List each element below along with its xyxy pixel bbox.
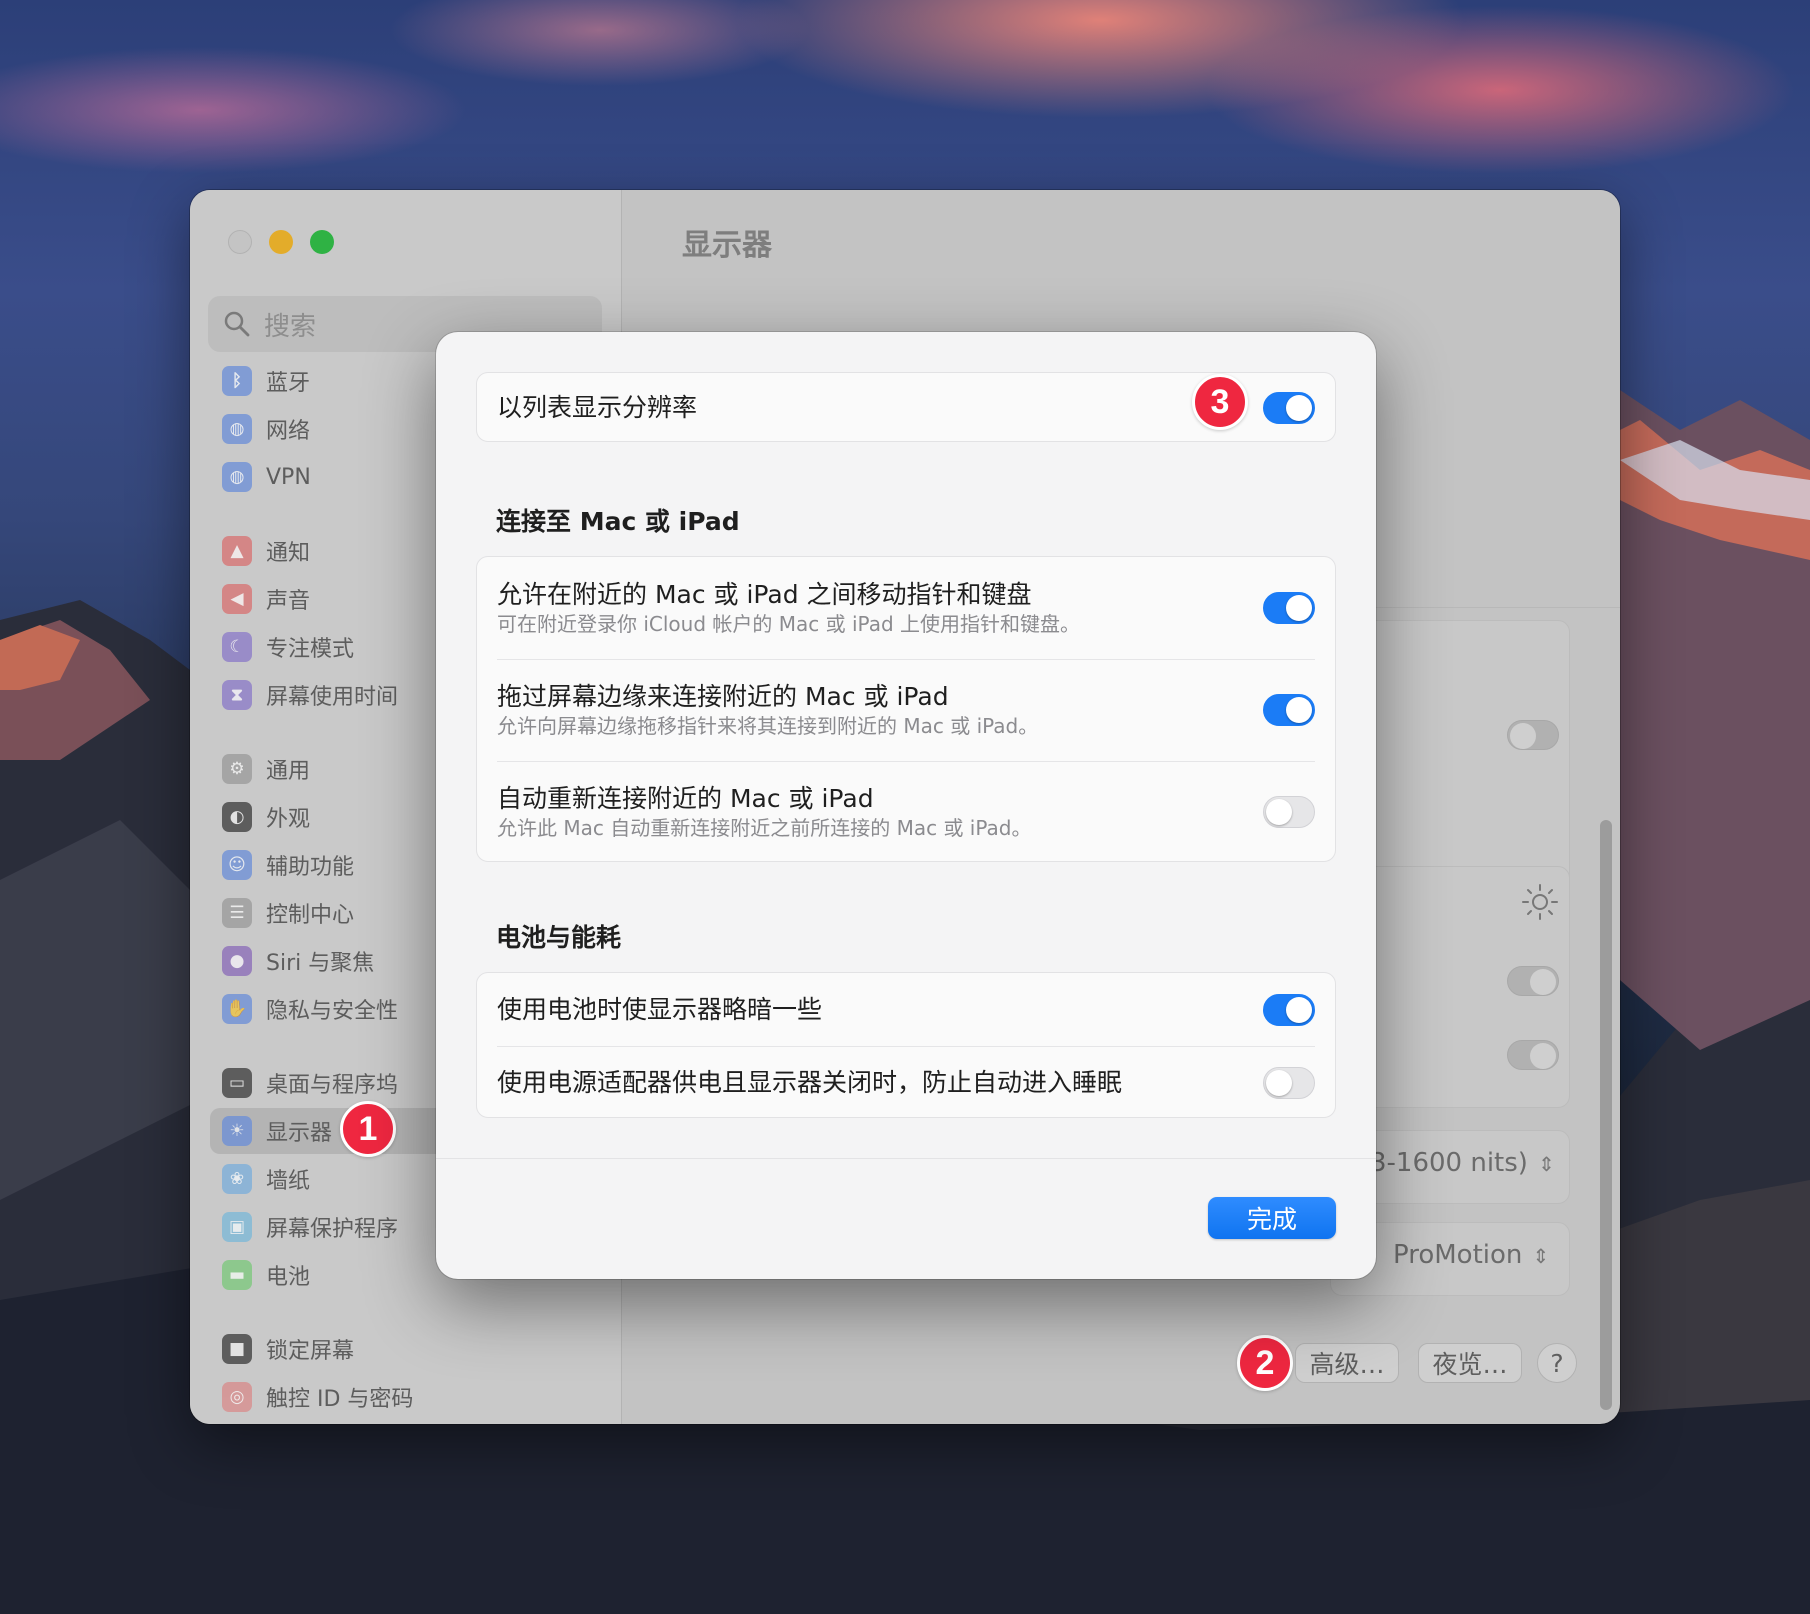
connect-section-heading: 连接至 Mac 或 iPad: [496, 507, 740, 536]
move-pointer-toggle[interactable]: [1263, 592, 1315, 624]
connect-row: 自动重新连接附近的 Mac 或 iPad 允许此 Mac 自动重新连接附近之前所…: [477, 761, 1335, 863]
siri-icon: ●: [222, 946, 252, 976]
advanced-settings-sheet: 以列表显示分辨率 连接至 Mac 或 iPad 允许在附近的 Mac 或 iPa…: [436, 332, 1376, 1279]
resolution-list-toggle[interactable]: [1263, 392, 1315, 424]
sheet-divider: [436, 1158, 1376, 1159]
window-controls: [228, 230, 334, 254]
hand-icon: ✋: [222, 994, 252, 1024]
sidebar-item-label: VPN: [266, 464, 311, 490]
row-subtitle: 允许向屏幕边缘拖移指针来将其连接到附近的 Mac 或 iPad。: [497, 714, 1039, 738]
sidebar-item-label: 网络: [266, 419, 311, 444]
vpn-icon: ◍: [222, 462, 252, 492]
moon-icon: ☾: [222, 632, 252, 662]
lock-icon: ■: [222, 1334, 252, 1364]
annotation-badge-3: 3: [1192, 374, 1248, 430]
control-center-icon: ☰: [222, 898, 252, 928]
sidebar-item-label: 通用: [266, 759, 311, 784]
sidebar-item-label: 通知: [266, 541, 311, 566]
sidebar-item[interactable]: ■ 锁定屏幕: [210, 1326, 602, 1372]
stepper-icon: ⇕: [1537, 1152, 1555, 1176]
row-title: 使用电池时使显示器略暗一些: [497, 994, 823, 1024]
background-toggle[interactable]: [1507, 720, 1559, 750]
speaker-icon: ◀: [222, 584, 252, 614]
sidebar-item-label: Siri 与聚焦: [266, 951, 375, 976]
sidebar-item-label: 辅助功能: [266, 855, 355, 880]
wallpaper-icon: ❀: [222, 1164, 252, 1194]
connect-row: 允许在附近的 Mac 或 iPad 之间移动指针和键盘 可在附近登录你 iClo…: [477, 557, 1335, 659]
row-subtitle: 允许此 Mac 自动重新连接附近之前所连接的 Mac 或 iPad。: [497, 816, 1032, 840]
accessibility-icon: ☺: [222, 850, 252, 880]
gear-icon: ⚙: [222, 754, 252, 784]
auto-reconnect-toggle[interactable]: [1263, 796, 1315, 828]
page-title: 显示器: [682, 228, 772, 263]
row-title: 使用电源适配器供电且显示器关闭时，防止自动进入睡眠: [497, 1067, 1123, 1097]
sidebar-item-label: 桌面与程序坞: [266, 1073, 399, 1098]
sidebar-item-label: 隐私与安全性: [266, 999, 399, 1024]
sidebar-item-label: 屏幕保护程序: [266, 1217, 399, 1242]
scrollbar[interactable]: [1600, 820, 1612, 1410]
row-title: 允许在附近的 Mac 或 iPad 之间移动指针和键盘: [497, 580, 1032, 609]
globe-icon: ◍: [222, 414, 252, 444]
sidebar-item-label: 声音: [266, 589, 311, 614]
sidebar-item-label: 触控 ID 与密码: [266, 1387, 414, 1412]
dim-on-battery-toggle[interactable]: [1263, 993, 1315, 1026]
background-toggle[interactable]: [1507, 966, 1559, 996]
sidebar-item-label: 墙纸: [266, 1169, 311, 1194]
annotation-badge-2: 2: [1237, 1335, 1293, 1391]
row-subtitle: 可在附近登录你 iCloud 帐户的 Mac 或 iPad 上使用指针和键盘。: [497, 612, 1081, 636]
prevent-sleep-toggle[interactable]: [1263, 1066, 1315, 1099]
hourglass-icon: ⧗: [222, 680, 252, 710]
sidebar-item-label: 电池: [266, 1265, 311, 1290]
fingerprint-icon: ◎: [222, 1382, 252, 1412]
push-through-edge-toggle[interactable]: [1263, 694, 1315, 726]
battery-row: 使用电池时使显示器略暗一些: [477, 973, 1335, 1046]
annotation-badge-1: 1: [340, 1101, 396, 1157]
battery-icon: ▬: [222, 1260, 252, 1290]
search-icon: [224, 311, 250, 337]
minimize-button[interactable]: [269, 230, 293, 254]
stepper-icon: ⇕: [1532, 1244, 1550, 1268]
refresh-rate-value[interactable]: ProMotion ⇕: [1393, 1240, 1549, 1270]
search-placeholder: 搜索: [264, 311, 317, 342]
brightness-sun-icon: [1522, 884, 1558, 920]
preset-value[interactable]: 3-1600 nits) ⇕: [1370, 1148, 1555, 1178]
background-toggle[interactable]: [1507, 1040, 1559, 1070]
help-button[interactable]: ?: [1537, 1343, 1577, 1383]
sidebar-item-label: 锁定屏幕: [266, 1339, 355, 1364]
connect-group: 允许在附近的 Mac 或 iPad 之间移动指针和键盘 可在附近登录你 iClo…: [476, 556, 1336, 862]
sidebar-item-label: 控制中心: [266, 903, 355, 928]
dock-icon: ▭: [222, 1068, 252, 1098]
sun-icon: ☀: [222, 1116, 252, 1146]
screensaver-icon: ▣: [222, 1212, 252, 1242]
sidebar-item-label: 外观: [266, 807, 311, 832]
zoom-button[interactable]: [310, 230, 334, 254]
sidebar-item-label: 显示器: [266, 1121, 333, 1146]
bluetooth-icon: ᛒ: [222, 366, 252, 396]
sidebar-item[interactable]: ◎ 触控 ID 与密码: [210, 1374, 602, 1420]
done-button[interactable]: 完成: [1208, 1197, 1336, 1239]
row-title: 拖过屏幕边缘来连接附近的 Mac 或 iPad: [497, 682, 949, 711]
connect-row: 拖过屏幕边缘来连接附近的 Mac 或 iPad 允许向屏幕边缘拖移指针来将其连接…: [477, 659, 1335, 761]
appearance-icon: ◐: [222, 802, 252, 832]
advanced-button[interactable]: 高级…: [1295, 1343, 1399, 1383]
battery-group: 使用电池时使显示器略暗一些 使用电源适配器供电且显示器关闭时，防止自动进入睡眠: [476, 972, 1336, 1118]
close-button[interactable]: [228, 230, 252, 254]
sidebar-item-label: 屏幕使用时间: [266, 685, 399, 710]
sidebar-item-label: 蓝牙: [266, 371, 311, 396]
night-shift-button[interactable]: 夜览…: [1418, 1343, 1522, 1383]
row-title: 自动重新连接附近的 Mac 或 iPad: [497, 784, 874, 813]
sidebar-item-label: 专注模式: [266, 637, 355, 662]
resolution-list-label: 以列表显示分辨率: [497, 393, 698, 422]
bell-icon: ▲: [222, 536, 252, 566]
battery-section-heading: 电池与能耗: [496, 923, 622, 952]
battery-row: 使用电源适配器供电且显示器关闭时，防止自动进入睡眠: [477, 1046, 1335, 1119]
